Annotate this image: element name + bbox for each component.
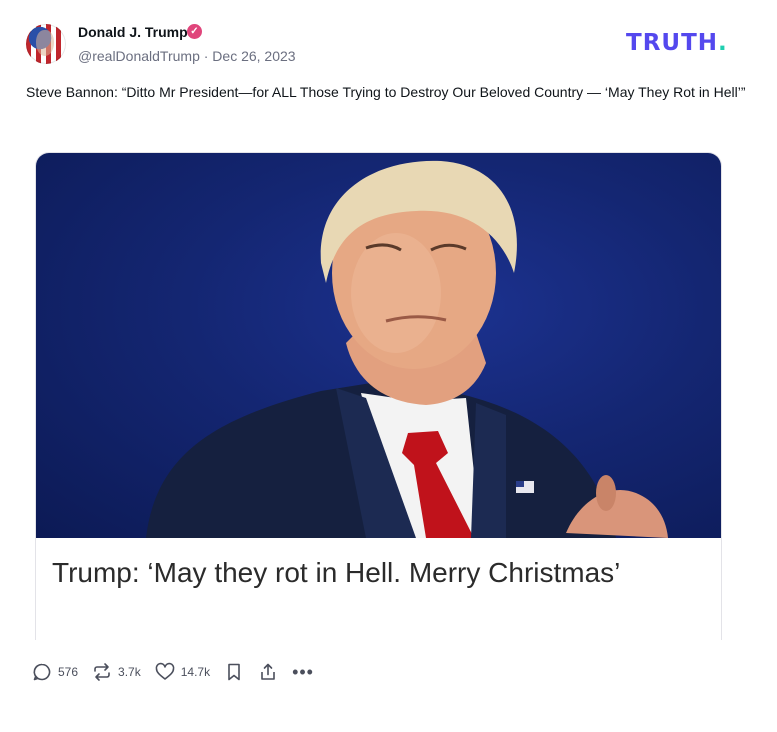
author-display-name[interactable]: Donald J. Trump (78, 24, 188, 40)
article-photo (36, 153, 721, 538)
bookmark-icon (228, 663, 240, 681)
bookmark-button[interactable] (224, 662, 244, 682)
truth-logo[interactable]: TRUTH. (626, 30, 728, 56)
reply-icon (33, 663, 51, 681)
avatar-face (36, 30, 54, 56)
heart-icon (155, 662, 175, 680)
post-text: Steve Bannon: “Ditto Mr President—for AL… (26, 84, 746, 100)
link-preview-card[interactable]: Trump: ‘May they rot in Hell. Merry Chri… (35, 152, 722, 640)
like-button[interactable]: 14.7k (155, 662, 210, 682)
share-icon (261, 663, 275, 680)
reply-button[interactable]: 576 (32, 662, 78, 682)
more-icon: ••• (292, 662, 314, 682)
retruth-button[interactable]: 3.7k (92, 662, 141, 682)
article-title[interactable]: Trump: ‘May they rot in Hell. Merry Chri… (52, 554, 692, 592)
avatar[interactable] (26, 24, 66, 64)
more-options-button[interactable]: ••• (292, 663, 314, 681)
logo-text: TRUTH (626, 30, 719, 56)
share-button[interactable] (258, 662, 278, 682)
retruth-count: 3.7k (118, 665, 141, 679)
author-handle-date[interactable]: @realDonaldTrump · Dec 26, 2023 (78, 48, 296, 64)
post-actions-bar: 576 3.7k 14.7k ••• (32, 660, 328, 684)
retruth-icon (94, 663, 110, 681)
article-photo-illustration (146, 160, 668, 538)
verified-badge-icon: ✓ (187, 24, 202, 39)
reply-count: 576 (58, 665, 79, 679)
like-count: 14.7k (180, 665, 211, 679)
logo-dot: . (718, 30, 728, 56)
